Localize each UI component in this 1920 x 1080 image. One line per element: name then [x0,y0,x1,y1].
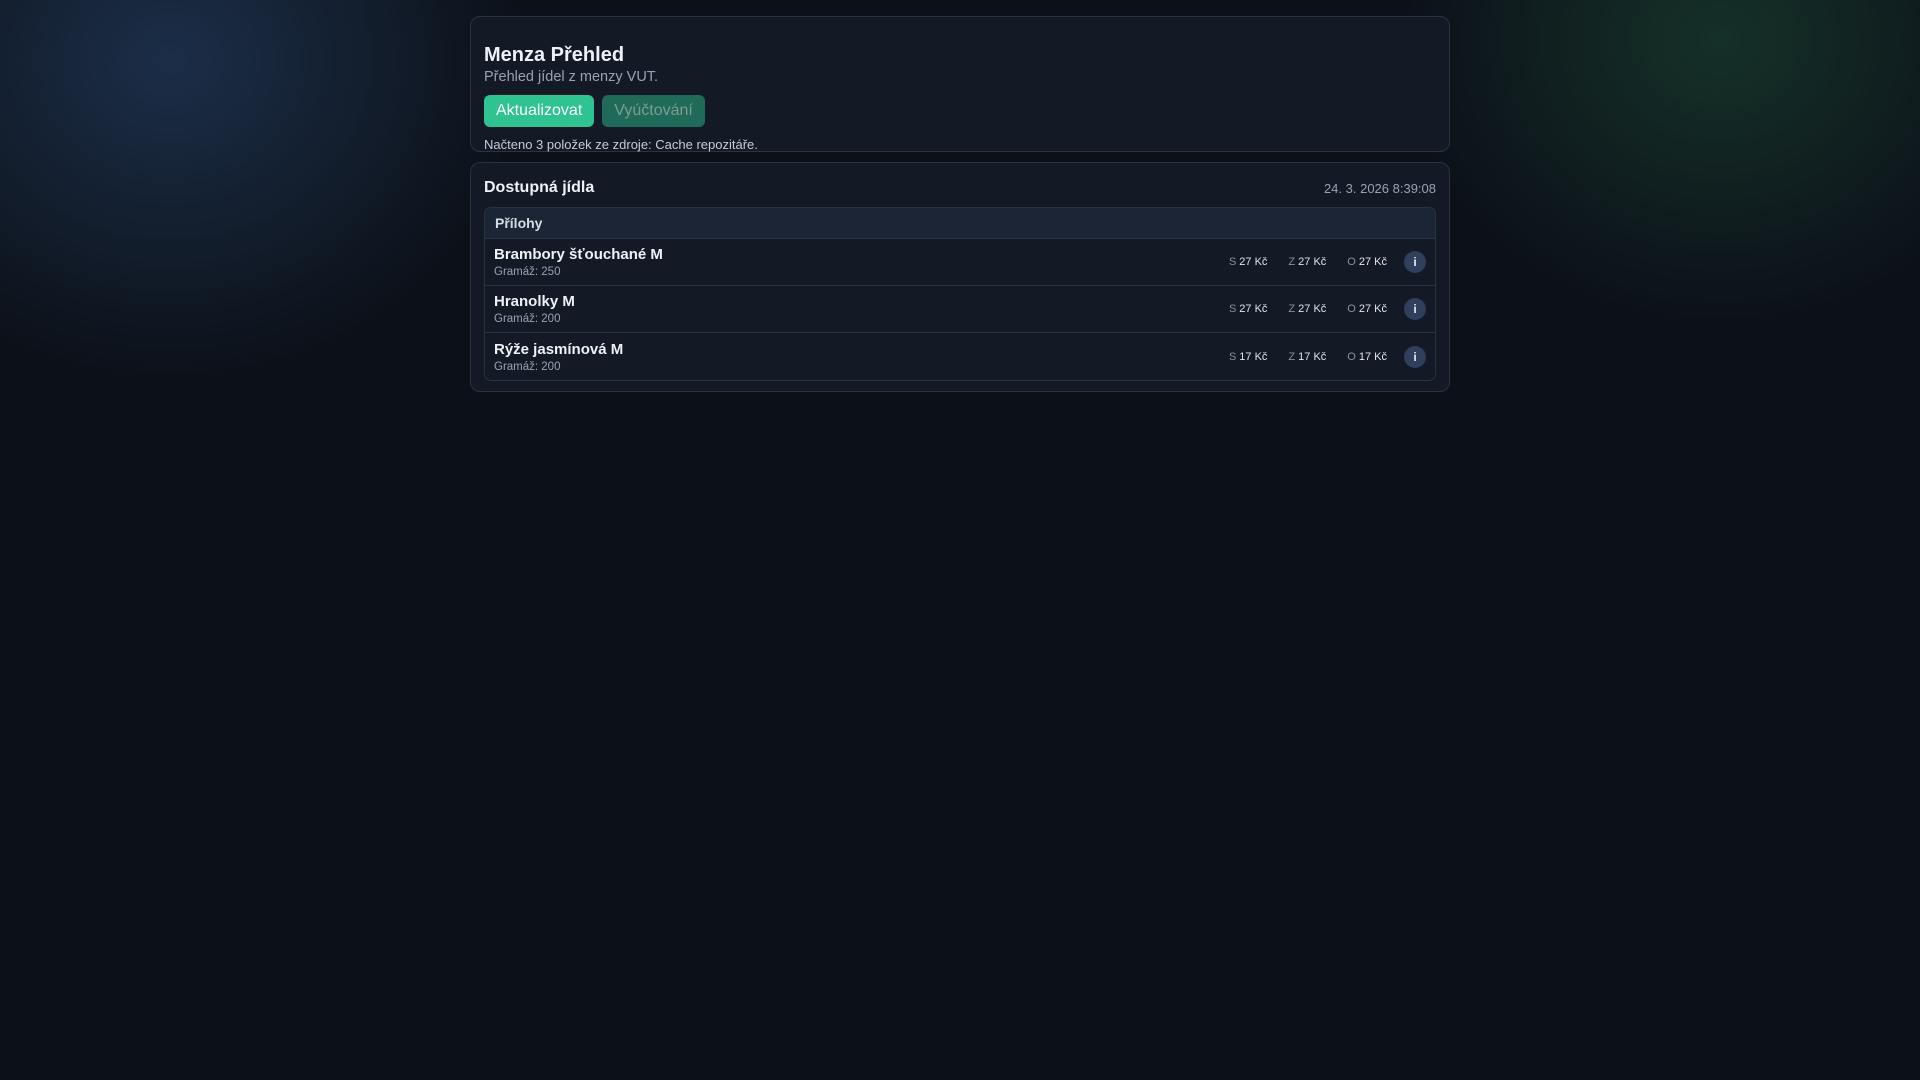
refresh-button[interactable]: Aktualizovat [484,95,595,127]
timestamp: 24. 3. 2026 8:39:08 [1323,180,1436,196]
price-value: 17 Kč [1298,350,1327,363]
price-value: 27 Kč [1358,303,1387,315]
info-icon[interactable]: i [1404,345,1426,368]
price-label: O [1347,303,1356,315]
meal-row: Rýže jasmínová M Gramáž: 200 S 17 Kč Z 17 K… [485,333,1435,380]
price-s: S 27 Kč [1229,256,1267,268]
meals-table: Přílohy Brambory šťouchané M Gramáž: 250… [484,207,1436,381]
header-card: Menza Přehled Přehled jídel z menzy VUT.… [470,16,1450,152]
price-label: S [1228,256,1237,268]
price-value: 27 Kč [1298,303,1327,315]
price-z: Z 17 Kč [1288,351,1326,363]
price-o: O 17 Kč [1347,351,1387,363]
price-label: Z [1288,256,1296,268]
meal-row: Hranolky M Gramáž: 200 S 27 Kč Z 27 Kč O 27 K… [485,286,1435,333]
page-title: Menza Přehled [484,44,625,66]
price-value: 27 Kč [1358,256,1387,268]
meal-weight: Gramáž: 200 [494,360,561,373]
meals-card: Dostupná jídla 24. 3. 2026 8:39:08 Přílo… [470,162,1450,392]
price-value: 27 Kč [1239,303,1268,315]
price-label: S [1228,303,1237,315]
price-value: 27 Kč [1298,256,1327,268]
price-value: 17 Kč [1358,350,1387,363]
price-label: S [1228,350,1237,363]
price-s: S 17 Kč [1229,351,1267,363]
meal-row: Brambory šťouchané M Gramáž: 250 S 27 Kč Z… [485,239,1435,286]
page-subtitle: Přehled jídel z menzy VUT. [484,69,659,85]
meal-name: Brambory šťouchané M [494,246,663,263]
billing-button[interactable]: Vyúčtování [602,95,705,127]
category-header: Přílohy [485,208,1435,239]
price-value: 27 Kč [1239,256,1268,268]
price-o: O 27 Kč [1347,303,1387,315]
info-icon[interactable]: i [1404,251,1426,273]
info-icon[interactable]: i [1404,298,1426,320]
price-value: 17 Kč [1239,350,1268,363]
meal-weight: Gramáž: 200 [494,313,561,325]
price-label: Z [1288,303,1296,315]
meal-name: Hranolky M [494,293,575,310]
price-o: O 27 Kč [1347,256,1387,268]
price-z: Z 27 Kč [1288,256,1326,268]
price-label: O [1347,350,1356,363]
meal-weight: Gramáž: 250 [494,266,561,278]
price-label: O [1347,256,1356,268]
price-label: Z [1288,350,1296,363]
price-s: S 27 Kč [1229,303,1267,315]
status-text: Načteno 3 položek ze zdroje: Cache repoz… [484,137,758,152]
meal-name: Rýže jasmínová M [494,340,624,358]
price-z: Z 27 Kč [1288,303,1326,315]
meals-title: Dostupná jídla [484,179,595,196]
